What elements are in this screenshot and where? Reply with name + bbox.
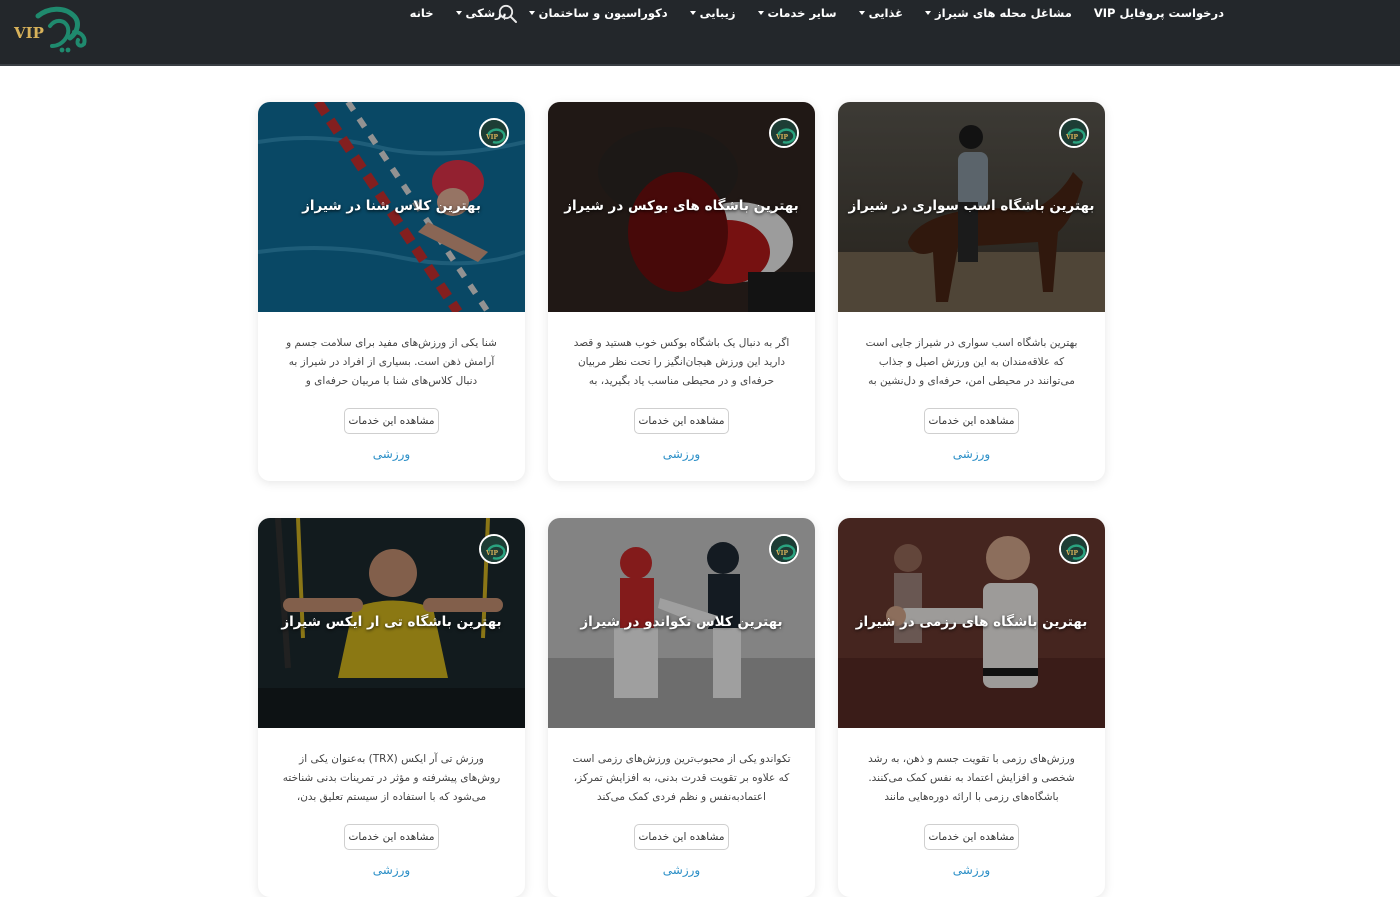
card-title[interactable]: بهترین باشگاه های بوکس در شیراز xyxy=(548,198,815,214)
card-image[interactable]: VIP بهترین باشگاه اسب سواری در شیراز xyxy=(838,102,1105,312)
card-title[interactable]: بهترین کلاس تکواندو در شیراز xyxy=(548,614,815,630)
top-navbar: VIP خانه پزشکی دکوراسیون و ساختمان زیبایی سا… xyxy=(0,0,1400,66)
nav-item-6[interactable]: مشاغل محله های شیراز xyxy=(924,6,1072,20)
svg-text:VIP: VIP xyxy=(775,134,788,141)
card-badge: VIP xyxy=(1059,534,1089,564)
card-description: شنا یکی از ورزش‌های مفید برای سلامت جسم … xyxy=(286,337,497,387)
card-body: شنا یکی از ورزش‌های مفید برای سلامت جسم … xyxy=(258,312,525,461)
svg-text:VIP: VIP xyxy=(1065,550,1078,557)
card-description: تکواندو یکی از محبوب‌ترین ورزش‌های رزمی … xyxy=(572,753,791,803)
service-card[interactable]: VIP بهترین باشگاه های رزمی در شیراز ورزش… xyxy=(838,518,1105,897)
chevron-down-icon xyxy=(858,11,865,15)
card-description: اگر به دنبال یک باشگاه بوکس خوب هستید و … xyxy=(573,337,790,387)
view-services-button[interactable]: مشاهده این خدمات xyxy=(633,408,730,434)
card-badge: VIP xyxy=(1059,118,1089,148)
card-image[interactable]: VIP بهترین باشگاه های بوکس در شیراز xyxy=(548,102,815,312)
card-body: تکواندو یکی از محبوب‌ترین ورزش‌های رزمی … xyxy=(548,728,815,877)
card-body: اگر به دنبال یک باشگاه بوکس خوب هستید و … xyxy=(548,312,815,461)
nav-item-label: مشاغل محله های شیراز xyxy=(934,6,1072,20)
chevron-down-icon xyxy=(757,11,764,15)
nav-item-5[interactable]: غذایی xyxy=(858,6,903,20)
card-body: بهترین باشگاه اسب سواری در شیراز جایی اس… xyxy=(838,312,1105,461)
service-card[interactable]: VIP بهترین باشگاه اسب سواری در شیراز بهت… xyxy=(838,102,1105,481)
svg-text:VIP: VIP xyxy=(485,550,498,557)
service-card[interactable]: VIP بهترین باشگاه تی ار ایکس شیراز ورزش … xyxy=(258,518,525,897)
view-services-button[interactable]: مشاهده این خدمات xyxy=(923,824,1020,850)
card-image[interactable]: VIP بهترین باشگاه های رزمی در شیراز xyxy=(838,518,1105,728)
card-category-link[interactable]: ورزشی xyxy=(280,447,503,461)
logo-vip-text: VIP xyxy=(13,24,44,42)
nav-item-7[interactable]: درخواست پروفایل VIP xyxy=(1094,6,1224,20)
card-image[interactable]: VIP بهترین باشگاه تی ار ایکس شیراز xyxy=(258,518,525,728)
service-card[interactable]: VIP بهترین کلاس شنا در شیراز شنا یکی از … xyxy=(258,102,525,481)
chevron-down-icon xyxy=(528,11,535,15)
card-badge: VIP xyxy=(479,534,509,564)
nav-item-0[interactable]: خانه xyxy=(410,6,434,20)
nav-item-4[interactable]: سایر خدمات xyxy=(757,6,837,20)
service-card[interactable]: VIP بهترین کلاس تکواندو در شیراز تکواندو… xyxy=(548,518,815,897)
svg-text:VIP: VIP xyxy=(775,550,788,557)
search-icon xyxy=(498,4,517,23)
view-services-button[interactable]: مشاهده این خدمات xyxy=(343,824,440,850)
svg-text:VIP: VIP xyxy=(485,134,498,141)
nav-item-3[interactable]: زیبایی xyxy=(689,6,736,20)
card-badge: VIP xyxy=(769,534,799,564)
chevron-down-icon xyxy=(689,11,696,15)
search-button[interactable] xyxy=(498,4,518,24)
view-services-button[interactable]: مشاهده این خدمات xyxy=(343,408,440,434)
view-services-button[interactable]: مشاهده این خدمات xyxy=(633,824,730,850)
card-description: ورزش تی آر ایکس (TRX) به‌عنوان یکی از رو… xyxy=(282,753,501,803)
nav-item-label: غذایی xyxy=(868,6,903,20)
card-category-link[interactable]: ورزشی xyxy=(570,447,793,461)
card-body: ورزش‌های رزمی با تقویت جسم و ذهن، به رشد… xyxy=(838,728,1105,877)
main-nav: خانه پزشکی دکوراسیون و ساختمان زیبایی سایر خ… xyxy=(410,6,1224,20)
card-badge: VIP xyxy=(479,118,509,148)
nav-item-label: زیبایی xyxy=(699,6,736,20)
nav-item-2[interactable]: دکوراسیون و ساختمان xyxy=(528,6,668,20)
nav-item-label: خانه xyxy=(409,6,434,20)
topbar-divider xyxy=(0,64,1400,66)
nav-item-label: سایر خدمات xyxy=(767,6,837,20)
card-description: بهترین باشگاه اسب سواری در شیراز جایی اس… xyxy=(865,337,1078,387)
card-category-link[interactable]: ورزشی xyxy=(860,863,1083,877)
logo-mark-icon: VIP xyxy=(13,6,87,53)
chevron-down-icon xyxy=(924,11,931,15)
svg-text:VIP: VIP xyxy=(1065,134,1078,141)
card-body: ورزش تی آر ایکس (TRX) به‌عنوان یکی از رو… xyxy=(258,728,525,877)
card-title[interactable]: بهترین کلاس شنا در شیراز xyxy=(258,198,525,214)
card-title[interactable]: بهترین باشگاه تی ار ایکس شیراز xyxy=(258,614,525,630)
card-badge: VIP xyxy=(769,118,799,148)
card-category-link[interactable]: ورزشی xyxy=(570,863,793,877)
card-title[interactable]: بهترین باشگاه های رزمی در شیراز xyxy=(838,614,1105,630)
card-category-link[interactable]: ورزشی xyxy=(280,863,503,877)
view-services-button[interactable]: مشاهده این خدمات xyxy=(923,408,1020,434)
chevron-down-icon xyxy=(455,11,462,15)
card-image[interactable]: VIP بهترین کلاس تکواندو در شیراز xyxy=(548,518,815,728)
card-image[interactable]: VIP بهترین کلاس شنا در شیراز xyxy=(258,102,525,312)
nav-item-label: دکوراسیون و ساختمان xyxy=(538,6,668,20)
nav-item-label: درخواست پروفایل VIP xyxy=(1093,6,1224,20)
site-logo[interactable]: VIP xyxy=(4,2,92,60)
service-card[interactable]: VIP بهترین باشگاه های بوکس در شیراز اگر … xyxy=(548,102,815,481)
card-title[interactable]: بهترین باشگاه اسب سواری در شیراز xyxy=(838,198,1105,214)
card-category-link[interactable]: ورزشی xyxy=(860,447,1083,461)
card-description: ورزش‌های رزمی با تقویت جسم و ذهن، به رشد… xyxy=(868,753,1075,803)
